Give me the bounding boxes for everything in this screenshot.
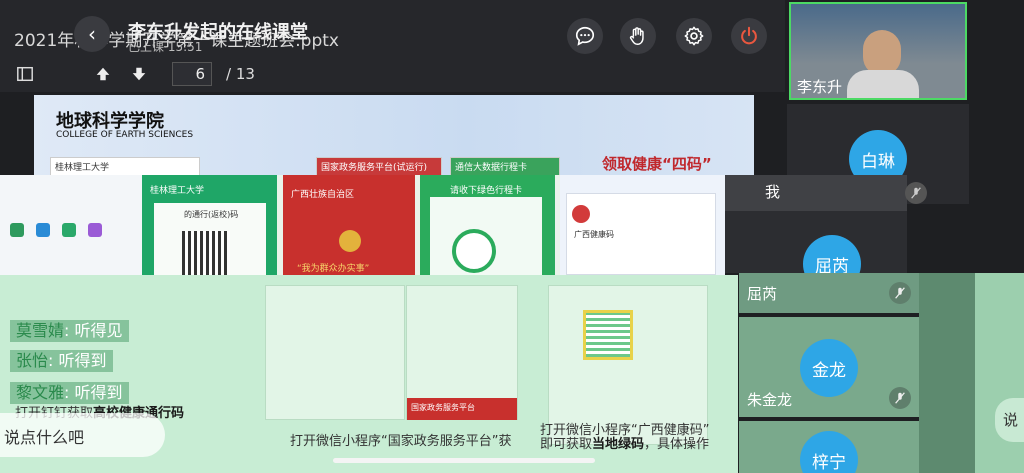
participant-tile[interactable]: 金龙 朱金龙 <box>739 317 919 417</box>
slide-content: 地球科学学院 COLLEGE OF EARTH SCIENCES 桂林理工大学 … <box>34 95 754 175</box>
strip-school-label: 桂林理工大学 <box>150 186 205 196</box>
strip-travel-label: 请收下绿色行程卡 <box>450 186 523 196</box>
participant-name: 朱金龙 <box>747 391 793 409</box>
slide-gov-banner: 国家政务服务平台 <box>407 398 517 420</box>
host-body <box>847 70 919 98</box>
chat-message: 张怡: 听得到 <box>10 350 113 372</box>
participant-name: 我 <box>765 183 781 201</box>
presenter-topbar: 2021年秋季学期开学第一课主题班会.pptx ‹ 李东升发起的在线课堂 已上课… <box>0 0 785 92</box>
arrow-up-icon <box>96 67 110 81</box>
mic-muted-icon <box>889 282 911 304</box>
mic-muted-icon <box>905 182 927 204</box>
chat-text: : 听得到 <box>48 351 107 370</box>
power-icon <box>741 26 757 45</box>
slide-screenshot-gov-panel: 国家政务服务平台 <box>406 285 518 420</box>
host-name: 李东升 <box>797 78 843 96</box>
edge-chat-button[interactable]: 说 <box>995 398 1024 442</box>
strip-health-label: 广西健康码 <box>574 230 614 239</box>
next-page-button[interactable] <box>128 63 150 85</box>
sidebar-toggle-icon <box>17 66 33 82</box>
slide-college-english: COLLEGE OF EARTH SCIENCES <box>56 130 194 140</box>
classroom-screen: 2021年秋季学期开学第一课主题班会.pptx ‹ 李东升发起的在线课堂 已上课… <box>0 0 1024 473</box>
settings-icon <box>684 26 704 46</box>
mic-muted-icon <box>889 387 911 409</box>
back-button[interactable]: ‹ <box>74 16 110 52</box>
chat-sender: 黎文雅 <box>16 383 65 402</box>
panel-glitch-fill <box>975 273 1024 473</box>
qr-code-icon <box>583 310 633 360</box>
caption-health-prefix: 即可获取 <box>540 437 593 452</box>
participant-tile[interactable]: 梓宁 <box>739 421 919 473</box>
chat-sender: 张怡 <box>16 351 49 370</box>
raise-hand-button[interactable] <box>620 18 656 54</box>
participant-name: 屈芮 <box>747 285 778 303</box>
exit-class-button[interactable] <box>731 18 767 54</box>
app-screenshot-travel: 请收下绿色行程卡 <box>420 175 555 275</box>
chat-text: : 听得到 <box>64 383 123 402</box>
chat-button[interactable] <box>567 18 603 54</box>
qr-code-icon <box>182 231 230 275</box>
slide-screenshot-dingtalk: 桂林理工大学 <box>50 157 200 175</box>
caption-health-2: 即可获取当地绿码，具体操作 <box>540 433 709 452</box>
back-arrow-icon: ‹ <box>88 22 96 46</box>
raise-hand-icon <box>629 27 644 45</box>
app-screenshot-gov: 广西壮族自治区 “我为群众办实事” <box>283 175 415 275</box>
slide-toolbar: 6 / 13 <box>14 60 255 88</box>
page-number-input[interactable]: 6 <box>172 62 212 86</box>
avatar: 金龙 <box>800 339 858 397</box>
slide-screenshot-travel: 通信大数据行程卡 <box>450 157 560 175</box>
avatar: 梓宁 <box>800 431 858 473</box>
participant-tile[interactable]: 屈芮 <box>725 211 907 293</box>
slide-screenshot-gov: 国家政务服务平台(试运行) <box>316 157 442 175</box>
app-screenshot-health: 广西健康码 <box>560 175 725 275</box>
caption-health-suffix: ，具体操作 <box>644 437 710 452</box>
arrow-down-icon <box>132 67 146 81</box>
slide-screenshots-strip: 桂林理工大学 的通行(返校)码 广西壮族自治区 “我为群众办实事” 请收下绿色行… <box>0 175 725 275</box>
chat-icon <box>575 26 595 46</box>
chat-sender: 莫雪婧 <box>16 321 65 340</box>
emblem-icon <box>339 230 361 252</box>
strip-region-label: 广西壮族自治区 <box>291 190 355 200</box>
chat-message: 黎文雅: 听得到 <box>10 382 129 404</box>
participant-label-bar: 屈芮 <box>739 273 919 313</box>
strip-pass-label: 的通行(返校)码 <box>184 210 239 219</box>
slide-screenshot-miniprogram <box>265 285 405 420</box>
previous-page-button[interactable] <box>92 63 114 85</box>
caption-health-bold: 当地绿码 <box>592 437 645 452</box>
slide-heading: 领取健康“四码” <box>602 155 712 173</box>
app-screenshot-dingtalk: 桂林理工大学 的通行(返校)码 <box>142 175 277 275</box>
page-total: / 13 <box>226 65 255 83</box>
participant-label-bar: 我 <box>725 175 927 211</box>
app-screenshot-list <box>0 175 142 275</box>
sidebar-toggle-button[interactable] <box>14 63 36 85</box>
host-video[interactable]: 李东升 <box>789 2 967 100</box>
chat-message: 莫雪婧: 听得见 <box>10 320 129 342</box>
settings-button[interactable] <box>676 18 712 54</box>
chat-text: : 听得见 <box>64 321 123 340</box>
caption-gov: 打开微信小程序“国家政务服务平台”获 <box>290 434 512 449</box>
arrow-up-circle-icon <box>452 229 496 273</box>
home-indicator[interactable] <box>333 458 595 463</box>
strip-slogan: “我为群众办实事” <box>297 264 370 274</box>
class-duration: 已上课 15:51 <box>128 40 203 54</box>
chat-input[interactable]: 说点什么吧 <box>0 413 165 457</box>
